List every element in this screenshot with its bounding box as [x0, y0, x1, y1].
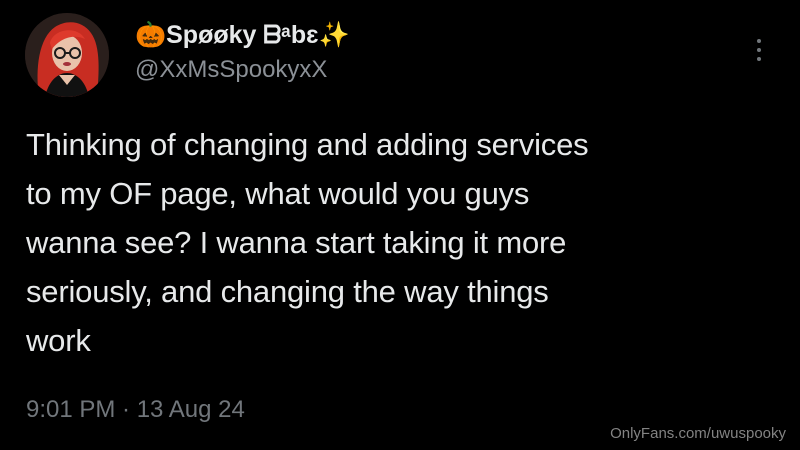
vertical-ellipsis-icon	[757, 39, 761, 43]
tweet-text: Thinking of changing and adding services…	[26, 120, 766, 365]
tweet-text-line: seriously, and changing the way things	[26, 274, 549, 309]
vertical-ellipsis-icon	[757, 57, 761, 61]
tweet-text-line: Thinking of changing and adding services	[26, 127, 589, 162]
watermark-text: OnlyFans.com/uwuspooky	[610, 425, 786, 442]
tweet-timestamp[interactable]: 9:01 PM · 13 Aug 24	[26, 393, 245, 427]
tweet-text-line: wanna see? I wanna start taking it more	[26, 225, 567, 260]
vertical-ellipsis-icon	[757, 48, 761, 52]
author-display-name[interactable]: 🎃Spøøky ᗷᵃbɛ✨	[135, 18, 350, 52]
profile-photo-icon	[25, 13, 109, 97]
tweet-card: 🎃Spøøky ᗷᵃbɛ✨ @XxMsSpookyxX Thinking of …	[0, 0, 800, 450]
tweet-text-line: to my OF page, what would you guys	[26, 176, 530, 211]
author-info: 🎃Spøøky ᗷᵃbɛ✨ @XxMsSpookyxX	[135, 18, 350, 86]
avatar[interactable]	[25, 13, 109, 97]
author-handle[interactable]: @XxMsSpookyxX	[135, 54, 350, 86]
tweet-text-line: work	[26, 323, 91, 358]
more-options-button[interactable]	[744, 30, 774, 70]
